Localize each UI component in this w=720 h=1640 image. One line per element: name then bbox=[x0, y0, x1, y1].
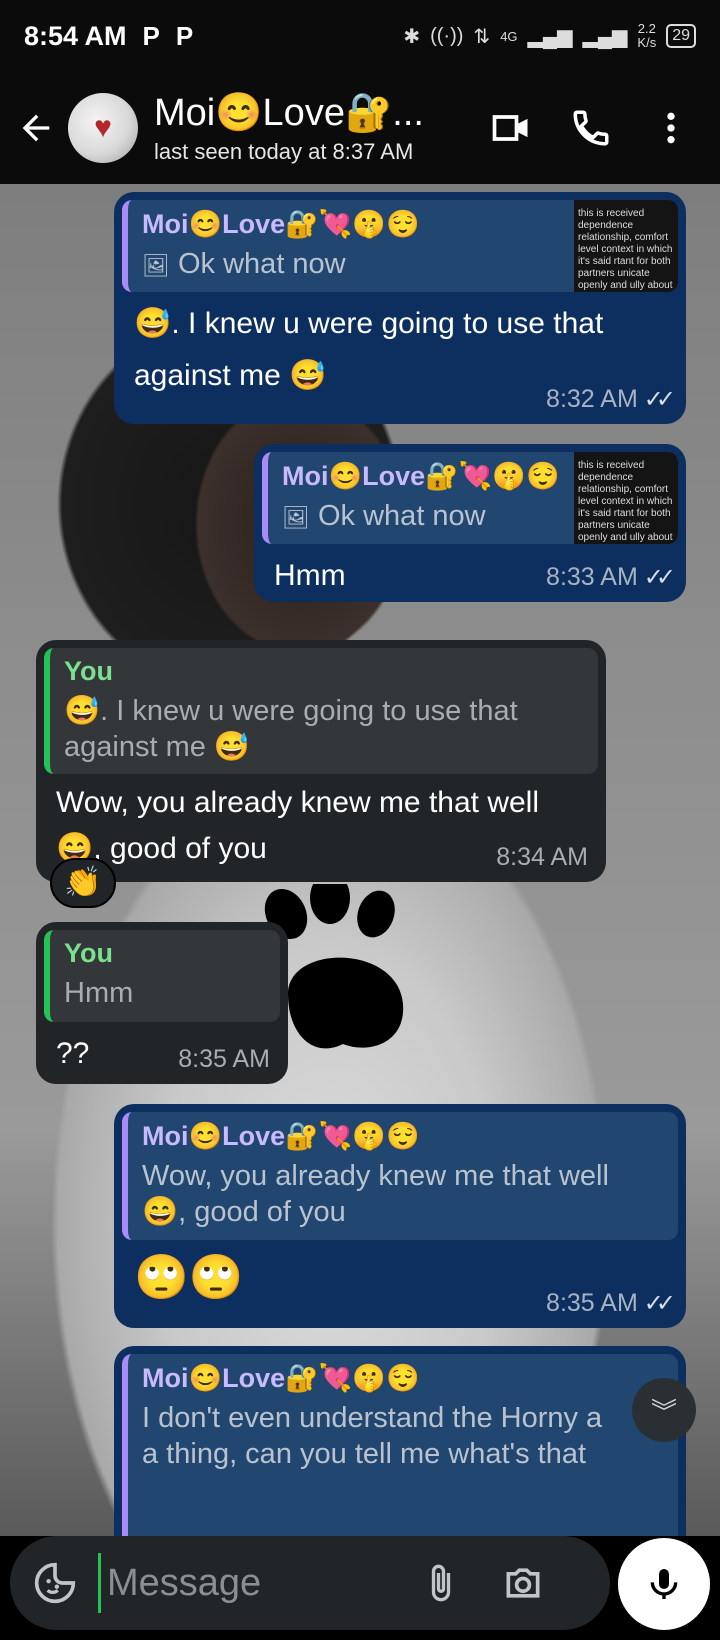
outgoing-message[interactable]: Moi😊Love🔐💘🤫😌 Wow, you already knew me th… bbox=[114, 1104, 686, 1328]
message-input[interactable] bbox=[98, 1553, 398, 1613]
microphone-icon bbox=[650, 1569, 678, 1599]
quoted-line: Wow, you already knew me that well bbox=[142, 1160, 609, 1192]
heart-icon: ♥ bbox=[94, 111, 112, 144]
signal-icon: ▂▄▆ bbox=[582, 25, 628, 48]
sticker-icon bbox=[34, 1562, 76, 1604]
double-check-icon: ✓✓ bbox=[643, 1290, 676, 1317]
net-speed: 2.2 K/s bbox=[637, 22, 656, 50]
message-line: Wow, you already knew me that well bbox=[56, 786, 540, 819]
net-speed-value: 2.2 bbox=[637, 21, 656, 36]
quoted-line: 😄, good of you bbox=[142, 1196, 346, 1228]
quoted-sender: You bbox=[64, 938, 113, 968]
more-vertical-icon bbox=[667, 112, 675, 144]
quoted-sender: Moi😊Love🔐💘🤫😌 bbox=[142, 1121, 420, 1151]
incoming-message[interactable]: You 😅. I knew u were going to use that a… bbox=[36, 640, 606, 882]
message-meta: 8:34 AM bbox=[496, 843, 588, 872]
network-type: 4G bbox=[500, 28, 518, 44]
outgoing-message[interactable]: Moi😊Love🔐💘🤫😌 I don't even understand the… bbox=[114, 1346, 686, 1536]
quoted-image-thumbnail: this is received dependence relationship… bbox=[574, 200, 678, 292]
bluetooth-icon: ✱ bbox=[403, 25, 421, 48]
incoming-message[interactable]: You Hmm ?? 8:35 AM bbox=[36, 922, 288, 1084]
net-speed-unit: K/s bbox=[637, 35, 657, 50]
data-transfer-icon: ⇅ bbox=[473, 25, 491, 48]
message-meta: 8:32 AM ✓✓ bbox=[546, 385, 676, 414]
hotspot-icon: ((·)) bbox=[430, 24, 464, 47]
double-check-icon: ✓✓ bbox=[643, 564, 676, 591]
quoted-text: Hmm bbox=[64, 977, 134, 1009]
voice-message-button[interactable] bbox=[618, 1538, 710, 1630]
quoted-message[interactable]: You 😅. I knew u were going to use that a… bbox=[44, 648, 598, 774]
contact-avatar[interactable]: ♥ bbox=[68, 93, 138, 163]
contact-name: Moi😊Love🔐... bbox=[154, 92, 424, 134]
more-options-button[interactable] bbox=[646, 103, 696, 153]
input-bar bbox=[0, 1536, 720, 1640]
quoted-message[interactable]: You Hmm bbox=[44, 930, 280, 1022]
image-icon: 🖼 bbox=[282, 505, 310, 530]
quoted-line: 😅. I knew u were going to use that bbox=[64, 695, 518, 727]
quoted-line: a thing, can you tell me what's that bbox=[142, 1438, 587, 1470]
voice-call-button[interactable] bbox=[566, 103, 616, 153]
quoted-text-content: Ok what now bbox=[318, 500, 486, 532]
status-bar: 8:54 AM P P ✱ ((·)) ⇅ 4G ▂▄▆ ▂▄▆ 2.2 K/s… bbox=[0, 0, 720, 72]
message-meta: 8:33 AM ✓✓ bbox=[546, 563, 676, 592]
video-call-button[interactable] bbox=[486, 103, 536, 153]
message-line: 😅. I knew u were going to use that bbox=[134, 307, 604, 340]
message-time: 8:35 AM bbox=[178, 1045, 270, 1073]
contact-info[interactable]: Moi😊Love🔐... last seen today at 8:37 AM bbox=[154, 91, 454, 165]
battery-icon: 29 bbox=[666, 24, 696, 48]
image-icon: 🖼 bbox=[142, 253, 170, 278]
last-seen-status: last seen today at 8:37 AM bbox=[154, 139, 414, 164]
attach-button[interactable] bbox=[418, 1560, 464, 1606]
chat-header: ♥ Moi😊Love🔐... last seen today at 8:37 A… bbox=[0, 72, 720, 184]
quoted-text: I don't even understand the Horny a a th… bbox=[142, 1400, 664, 1472]
scroll-to-bottom-button[interactable]: ︾ bbox=[632, 1378, 696, 1442]
notification-p-icon: P bbox=[142, 20, 160, 51]
camera-icon bbox=[506, 1568, 540, 1598]
back-button[interactable] bbox=[4, 96, 68, 160]
quoted-text-content: Ok what now bbox=[178, 248, 346, 280]
quoted-line: against me 😅 bbox=[64, 731, 251, 763]
message-time: 8:33 AM bbox=[546, 563, 638, 591]
outgoing-message[interactable]: Moi😊Love🔐💘🤫😌 🖼 Ok what now this is recei… bbox=[254, 444, 686, 602]
back-arrow-icon bbox=[22, 114, 50, 142]
message-meta: 8:35 AM ✓✓ bbox=[546, 1289, 676, 1318]
quoted-sender: You bbox=[64, 656, 113, 686]
sticker-button[interactable] bbox=[32, 1560, 78, 1606]
quoted-line: I don't even understand the Horny a bbox=[142, 1402, 603, 1434]
notification-p-icon: P bbox=[175, 20, 194, 51]
quoted-image-thumbnail: this is received dependence relationship… bbox=[574, 452, 678, 544]
chat-area[interactable]: Moi😊Love🔐💘🤫😌 🖼 Ok what now this is recei… bbox=[0, 184, 720, 1536]
quoted-message[interactable]: Moi😊Love🔐💘🤫😌 I don't even understand the… bbox=[122, 1354, 678, 1536]
phone-icon bbox=[573, 110, 609, 146]
message-meta: 8:35 AM bbox=[178, 1045, 270, 1074]
message-time: 8:32 AM bbox=[546, 385, 638, 413]
message-time: 8:34 AM bbox=[496, 843, 588, 871]
quoted-message[interactable]: Moi😊Love🔐💘🤫😌 🖼 Ok what now this is recei… bbox=[262, 452, 678, 544]
outgoing-message[interactable]: Moi😊Love🔐💘🤫😌 🖼 Ok what now this is recei… bbox=[114, 192, 686, 424]
status-icons: ✱ ((·)) ⇅ 4G ▂▄▆ ▂▄▆ 2.2 K/s 29 bbox=[403, 22, 696, 50]
paperclip-icon bbox=[431, 1564, 451, 1602]
quoted-text: Wow, you already knew me that well 😄, go… bbox=[142, 1158, 664, 1230]
status-time: 8:54 AM bbox=[24, 20, 127, 51]
message-composer bbox=[10, 1536, 610, 1630]
signal-icon: ▂▄▆ bbox=[527, 25, 573, 48]
quoted-text: 😅. I knew u were going to use that again… bbox=[64, 693, 584, 765]
message-time: 8:35 AM bbox=[546, 1289, 638, 1317]
message-reaction[interactable]: 👏 bbox=[50, 858, 116, 908]
quoted-message[interactable]: Moi😊Love🔐💘🤫😌 Wow, you already knew me th… bbox=[122, 1112, 678, 1240]
double-chevron-down-icon: ︾ bbox=[650, 1396, 677, 1427]
video-camera-icon bbox=[492, 115, 528, 141]
quoted-sender: Moi😊Love🔐💘🤫😌 bbox=[142, 1363, 420, 1393]
double-check-icon: ✓✓ bbox=[643, 386, 676, 413]
camera-button[interactable] bbox=[500, 1560, 546, 1606]
quoted-message[interactable]: Moi😊Love🔐💘🤫😌 🖼 Ok what now this is recei… bbox=[122, 200, 678, 292]
